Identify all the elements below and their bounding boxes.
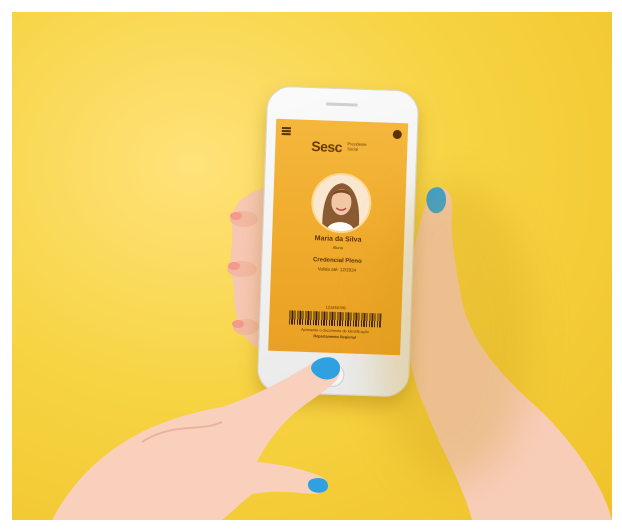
brand-logo-subtext: Presidente Social — [347, 141, 367, 152]
menu-icon[interactable] — [281, 126, 291, 135]
brand-logo-text: Sesc — [311, 138, 343, 156]
profile-icon[interactable] — [392, 129, 402, 140]
right-hand — [405, 187, 612, 520]
user-avatar — [310, 172, 373, 235]
pointing-hand — [52, 357, 341, 520]
sesc-logo: Sesc Presidente Social — [311, 138, 382, 160]
footer-department: Departamento Regional — [313, 334, 357, 340]
digital-credential-screen: Sesc Presidente Social Maria da Silva Al… — [268, 118, 409, 356]
yellow-background-scene: Sesc Presidente Social Maria da Silva Al… — [12, 12, 612, 520]
credential-subtitle: Valida até: 12/2024 — [317, 266, 357, 273]
smartphone: Sesc Presidente Social Maria da Silva Al… — [256, 85, 420, 398]
credential-title: Credencial Pleno — [312, 257, 362, 265]
barcode — [289, 310, 382, 328]
phone-speaker — [325, 102, 358, 107]
